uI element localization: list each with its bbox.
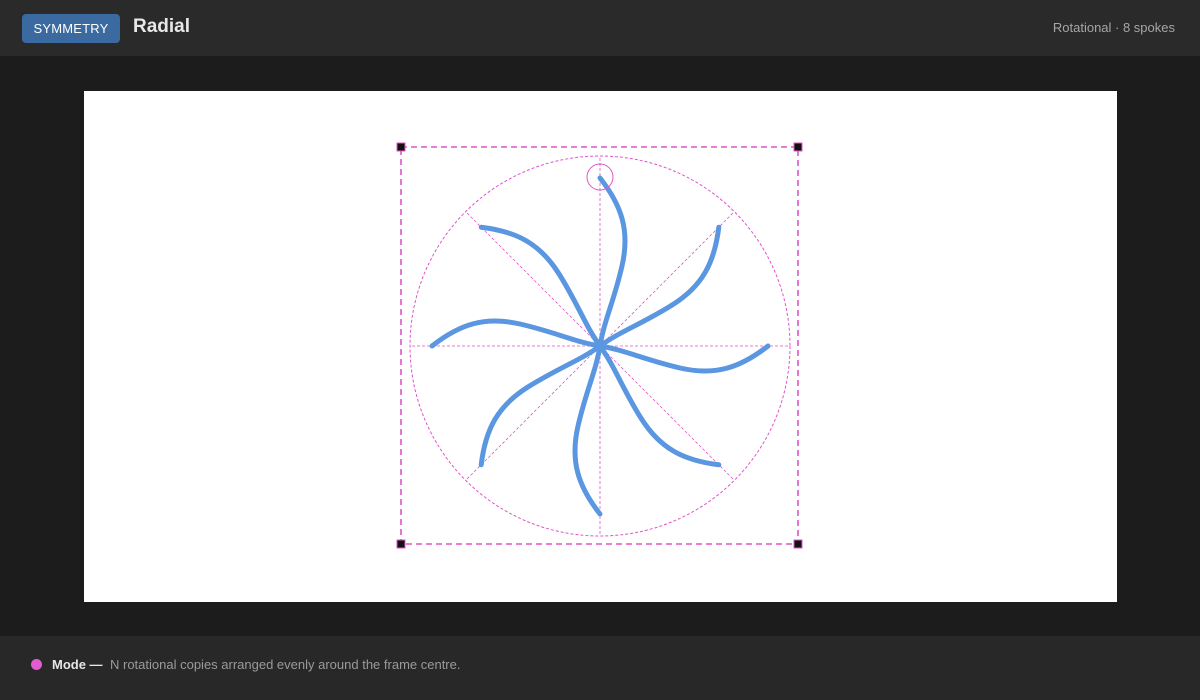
brush-stroke-copy (572, 343, 603, 517)
brush-stroke-copy (478, 343, 603, 468)
tool-title: Radial (133, 16, 191, 37)
brush-stroke-copy (597, 224, 722, 349)
legend-label: Mode — (52, 657, 103, 672)
brush-stroke-copy (597, 343, 722, 468)
centre-hub (594, 340, 606, 352)
status-readout: Rotational · 8 spokes (1052, 20, 1175, 35)
brush-stroke-copy (597, 343, 771, 374)
symmetry-mode-badge[interactable]: SYMMETRY (22, 14, 120, 43)
top-bar: SYMMETRY Radial Rotational · 8 spokes (0, 0, 1200, 56)
legend-description: N rotational copies arranged evenly arou… (110, 657, 461, 672)
resize-handle-top-left[interactable] (396, 142, 406, 152)
brush-stroke-copy (478, 224, 603, 349)
mode-dot-icon (31, 659, 42, 670)
drawing-canvas[interactable] (84, 91, 1117, 602)
symmetry-drawing (396, 142, 803, 549)
resize-handle-bottom-left[interactable] (396, 539, 406, 549)
legend-bar: Mode — N rotational copies arranged even… (0, 636, 1200, 700)
resize-handle-bottom-right[interactable] (793, 539, 803, 549)
brush-stroke-copy (597, 175, 628, 349)
workspace (0, 56, 1200, 636)
brush-stroke-copy (429, 318, 603, 349)
resize-handle-top-right[interactable] (793, 142, 803, 152)
